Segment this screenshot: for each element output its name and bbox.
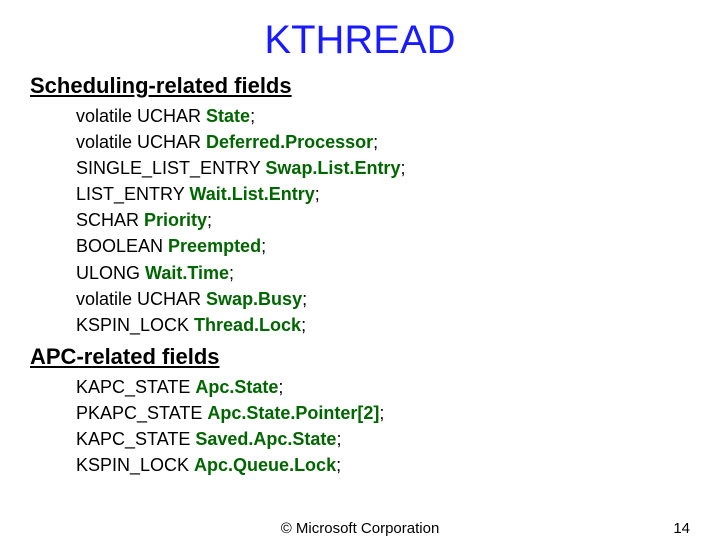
field-name: Swap.Busy	[206, 289, 302, 309]
field-line: KAPC_STATE Saved.Apc.State;	[76, 426, 690, 452]
field-type: ULONG	[76, 263, 145, 283]
field-line: SCHAR Priority;	[76, 207, 690, 233]
slide-title: KTHREAD	[30, 18, 690, 63]
field-type: SINGLE_LIST_ENTRY	[76, 158, 265, 178]
field-type: LIST_ENTRY	[76, 184, 189, 204]
field-name: Thread.Lock	[194, 315, 301, 335]
field-line: PKAPC_STATE Apc.State.Pointer[2];	[76, 400, 690, 426]
field-line: SINGLE_LIST_ENTRY Swap.List.Entry;	[76, 155, 690, 181]
field-name: Priority	[144, 210, 207, 230]
field-type: volatile UCHAR	[76, 289, 206, 309]
field-name: Saved.Apc.State	[195, 429, 336, 449]
field-type: KAPC_STATE	[76, 377, 195, 397]
field-type: SCHAR	[76, 210, 144, 230]
field-name: Deferred.Processor	[206, 132, 373, 152]
field-name: Apc.Queue.Lock	[194, 455, 336, 475]
field-name: Wait.Time	[145, 263, 229, 283]
field-name: Wait.List.Entry	[189, 184, 314, 204]
field-name: Swap.List.Entry	[265, 158, 400, 178]
field-line: KAPC_STATE Apc.State;	[76, 374, 690, 400]
field-line: KSPIN_LOCK Apc.Queue.Lock;	[76, 452, 690, 478]
section-heading-scheduling: Scheduling-related fields	[30, 73, 690, 99]
field-type: KAPC_STATE	[76, 429, 195, 449]
field-line: KSPIN_LOCK Thread.Lock;	[76, 312, 690, 338]
field-type: BOOLEAN	[76, 236, 168, 256]
field-name: Preempted	[168, 236, 261, 256]
field-type: KSPIN_LOCK	[76, 315, 194, 335]
field-name: Apc.State.Pointer[2]	[207, 403, 379, 423]
field-line: volatile UCHAR Deferred.Processor;	[76, 129, 690, 155]
field-line: volatile UCHAR State;	[76, 103, 690, 129]
field-name: State	[206, 106, 250, 126]
section-heading-apc: APC-related fields	[30, 344, 690, 370]
field-line: LIST_ENTRY Wait.List.Entry;	[76, 181, 690, 207]
copyright-text: © Microsoft Corporation	[281, 520, 440, 537]
page-number: 14	[673, 520, 690, 537]
field-line: volatile UCHAR Swap.Busy;	[76, 286, 690, 312]
field-name: Apc.State	[195, 377, 278, 397]
field-type: KSPIN_LOCK	[76, 455, 194, 475]
field-type: volatile UCHAR	[76, 106, 206, 126]
field-line: ULONG Wait.Time;	[76, 260, 690, 286]
field-type: volatile UCHAR	[76, 132, 206, 152]
field-line: BOOLEAN Preempted;	[76, 233, 690, 259]
field-type: PKAPC_STATE	[76, 403, 207, 423]
